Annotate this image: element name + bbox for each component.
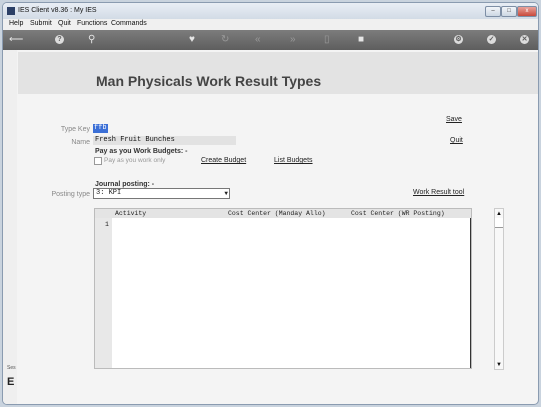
budgets-heading: Pay as you Work Budgets: - (95, 148, 188, 155)
save-link[interactable]: Save (446, 116, 462, 123)
rewind-icon[interactable]: « (255, 33, 261, 46)
title-bar: IES Client v8.36 : My IES – □ x (3, 3, 538, 19)
grid-border (470, 218, 471, 368)
info-icon[interactable]: ? (55, 35, 64, 44)
scroll-up-icon[interactable]: ▲ (495, 210, 503, 218)
column-header-cc-wr: Cost Center (WR Posting) (351, 210, 445, 217)
minimize-button[interactable]: – (485, 6, 501, 17)
journal-heading: Journal posting: - (95, 181, 155, 188)
forward-icon[interactable]: » (290, 33, 296, 46)
chevron-down-icon: ▼ (224, 190, 228, 197)
row-number: 1 (105, 221, 109, 228)
work-result-tool-link[interactable]: Work Result tool (413, 189, 464, 196)
sidebar-session-label: Ses (7, 365, 16, 371)
grid-header: Activity Cost Center (Manday Allo) Cost … (95, 209, 471, 218)
type-key-field[interactable]: ffb (93, 124, 108, 133)
create-budget-link[interactable]: Create Budget (201, 157, 246, 164)
name-label: Name (71, 139, 90, 146)
close-icon[interactable]: ✕ (520, 35, 529, 44)
settings-icon[interactable]: ⚙ (454, 35, 463, 44)
maximize-button[interactable]: □ (501, 6, 517, 17)
menu-commands[interactable]: Commands (111, 20, 147, 27)
posting-type-label: Posting type (51, 191, 90, 198)
menu-functions[interactable]: Functions (77, 20, 107, 27)
refresh-icon[interactable]: ↻ (221, 33, 229, 46)
menu-help[interactable]: Help (9, 20, 23, 27)
column-header-activity: Activity (115, 210, 147, 217)
menu-quit[interactable]: Quit (58, 20, 71, 27)
sidebar-letter: E (7, 376, 15, 388)
window-title: IES Client v8.36 : My IES (18, 7, 97, 14)
back-arrow-icon[interactable]: ⟵ (9, 33, 23, 46)
activity-grid[interactable]: Activity Cost Center (Manday Allo) Cost … (94, 208, 472, 369)
heart-icon[interactable]: ♥ (189, 33, 195, 46)
toolbar: ⟵ ? ⚲ ♥ ↻ « » ▯ ■ ⚙ ✓ ✕ (3, 30, 538, 50)
pay-only-checkbox[interactable] (94, 157, 102, 165)
column-header-cc-manday: Cost Center (Manday Allo) (228, 210, 326, 217)
vertical-scrollbar[interactable]: ▲ ▼ (494, 208, 504, 370)
app-icon (7, 7, 15, 15)
menu-bar: Help Submit Quit Functions Commands (3, 19, 538, 30)
row-number-column (95, 218, 112, 368)
posting-type-select[interactable]: 3: KPI ▼ (93, 188, 230, 199)
page-icon[interactable]: ▯ (324, 33, 330, 46)
page-title: Man Physicals Work Result Types (96, 73, 322, 89)
menu-submit[interactable]: Submit (30, 20, 52, 27)
scroll-down-icon[interactable]: ▼ (495, 361, 503, 369)
search-icon[interactable]: ⚲ (88, 33, 95, 46)
quit-link[interactable]: Quit (450, 137, 463, 144)
name-field[interactable]: Fresh Fruit Bunches (93, 136, 236, 145)
pay-only-label: Pay as you work only (104, 157, 166, 164)
check-icon[interactable]: ✓ (487, 35, 496, 44)
list-budgets-link[interactable]: List Budgets (274, 157, 313, 164)
close-window-button[interactable]: x (517, 6, 537, 17)
type-key-label: Type Key (60, 126, 90, 133)
scroll-thumb[interactable] (495, 218, 503, 228)
posting-type-value: 3: KPI (96, 189, 122, 197)
stop-icon[interactable]: ■ (358, 33, 364, 46)
left-sidebar: Ses E (3, 50, 17, 404)
